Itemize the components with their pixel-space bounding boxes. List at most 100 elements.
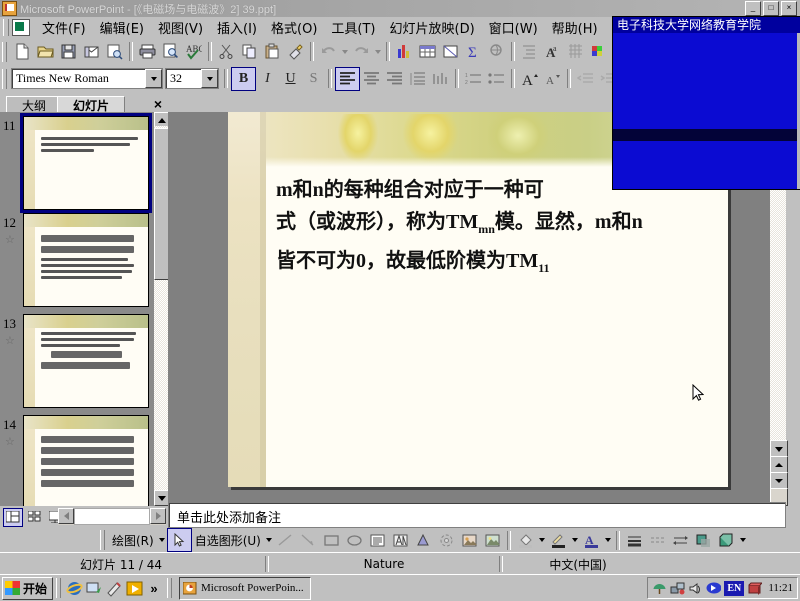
powerpoint-icon[interactable] [2, 1, 17, 16]
spelling-check-icon[interactable]: ABC [182, 41, 205, 63]
thumbnail-horizontal-scrollbar[interactable] [58, 508, 166, 525]
shadow-style-icon[interactable] [692, 529, 715, 551]
grid-icon[interactable] [564, 41, 587, 63]
font-color-icon[interactable]: A [580, 529, 603, 551]
line-icon[interactable] [274, 529, 297, 551]
menu-insert[interactable]: 插入(I) [210, 16, 264, 39]
font-size-dropdown-arrow[interactable] [201, 69, 218, 88]
insert-image-icon[interactable] [481, 529, 504, 551]
sum-sigma-icon[interactable]: Σ [462, 41, 485, 63]
quick-launch-grip[interactable] [56, 578, 62, 598]
document-icon[interactable] [12, 19, 30, 36]
video-content[interactable] [613, 33, 800, 189]
language-indicator[interactable]: 中文(中国) [503, 556, 653, 573]
slide-body-text[interactable]: m和n的每种组合对应于一种可 式（或波形），称为TMmn模。显然，m和n 皆不可… [276, 174, 716, 284]
minimize-button[interactable]: _ [745, 1, 761, 16]
insert-textbox-icon[interactable] [439, 41, 462, 63]
menu-view[interactable]: 视图(V) [151, 16, 210, 39]
oval-icon[interactable] [343, 529, 366, 551]
show-desktop-icon[interactable] [85, 579, 103, 597]
redo-icon[interactable] [350, 41, 373, 63]
media-player-icon[interactable] [105, 579, 123, 597]
antivirus-icon[interactable] [652, 581, 667, 596]
video-overlay-window[interactable]: 电子科技大学网络教育学院 [612, 16, 800, 190]
textbox-icon[interactable] [366, 529, 389, 551]
menu-tools[interactable]: 工具(T) [324, 16, 382, 39]
color-scheme-icon[interactable] [587, 41, 610, 63]
align-right-icon[interactable] [383, 68, 406, 90]
copy-icon[interactable] [238, 41, 261, 63]
font-size-combo[interactable]: 32 [165, 68, 219, 89]
font-name-dropdown-arrow[interactable] [145, 69, 162, 88]
menu-format[interactable]: 格式(O) [264, 16, 324, 39]
underline-button[interactable]: U [279, 68, 302, 90]
ime-icon[interactable] [706, 581, 722, 596]
close-pane-icon[interactable]: × [154, 96, 162, 112]
arrow-icon[interactable] [297, 529, 320, 551]
promote-icon[interactable] [574, 68, 597, 90]
undo-dropdown-arrow[interactable] [340, 42, 350, 62]
normal-view-button[interactable] [3, 507, 23, 527]
numbered-list-icon[interactable]: 12 [462, 68, 485, 90]
italic-button[interactable]: I [256, 68, 279, 90]
decrease-font-icon[interactable]: A [541, 68, 564, 90]
clipart-icon[interactable] [435, 529, 458, 551]
rectangle-icon[interactable] [320, 529, 343, 551]
align-center-icon[interactable] [360, 68, 383, 90]
formatting-toolbar-grip[interactable] [2, 68, 7, 89]
search-file-icon[interactable] [103, 41, 126, 63]
menu-file[interactable]: 文件(F) [35, 16, 93, 39]
insert-chart-icon[interactable] [393, 41, 416, 63]
slide-thumbnail-13[interactable] [23, 314, 149, 408]
volume-icon[interactable] [688, 581, 703, 596]
bulleted-list-icon[interactable] [485, 68, 508, 90]
fill-color-dropdown-arrow[interactable] [537, 530, 547, 550]
format-painter-icon[interactable] [284, 41, 307, 63]
close-button[interactable]: × [781, 1, 797, 16]
3d-style-icon[interactable] [715, 529, 738, 551]
bold-button[interactable]: B [231, 66, 256, 91]
insert-table-icon[interactable] [416, 41, 439, 63]
list-item[interactable]: 13 ☆ [0, 310, 154, 411]
text-direction-icon[interactable] [429, 68, 452, 90]
expand-all-icon[interactable] [518, 41, 541, 63]
diagram-icon[interactable] [412, 529, 435, 551]
line-style-icon[interactable] [623, 529, 646, 551]
autoshapes-menu-button[interactable]: 自选图形(U) [192, 532, 264, 549]
3d-dropdown-arrow[interactable] [738, 530, 748, 550]
redo-dropdown-arrow[interactable] [373, 42, 383, 62]
drawing-toolbar-grip[interactable] [100, 530, 105, 550]
undo-icon[interactable] [317, 41, 340, 63]
list-item[interactable]: 12 ☆ [0, 209, 154, 310]
print-icon[interactable] [136, 41, 159, 63]
text-shadow-button[interactable]: S [302, 68, 325, 90]
slide-thumbnail-14[interactable] [23, 415, 149, 506]
notes-pane[interactable]: 单击此处添加备注 [168, 502, 786, 528]
more-chevron-icon[interactable]: » [145, 579, 163, 597]
insert-hyperlink-icon[interactable] [485, 41, 508, 63]
dash-style-icon[interactable] [646, 529, 669, 551]
scroll-left-button[interactable] [58, 508, 74, 524]
start-button[interactable]: 开始 [2, 576, 54, 600]
thumbnail-scrollbar[interactable] [154, 112, 170, 506]
arrow-style-icon[interactable] [669, 529, 692, 551]
draw-dropdown-arrow[interactable] [157, 530, 167, 550]
line-spacing-icon[interactable] [406, 68, 429, 90]
new-file-icon[interactable] [11, 41, 34, 63]
slide-thumbnail-12[interactable] [23, 213, 149, 307]
list-item[interactable]: 11 [0, 112, 154, 213]
draw-menu-button[interactable]: 绘图(R) [109, 532, 157, 549]
menu-window[interactable]: 窗口(W) [482, 16, 545, 39]
play-icon[interactable] [125, 579, 143, 597]
font-name-combo[interactable]: Times New Roman [11, 68, 163, 89]
align-left-icon[interactable] [335, 66, 360, 91]
menu-drag-grip[interactable] [3, 19, 9, 36]
cut-scissors-icon[interactable] [215, 41, 238, 63]
slide-thumbnail-11[interactable] [20, 113, 152, 213]
font-color-dropdown-arrow[interactable] [603, 530, 613, 550]
insert-picture-icon[interactable] [458, 529, 481, 551]
maximize-button[interactable]: □ [763, 1, 779, 16]
internet-explorer-icon[interactable] [65, 579, 83, 597]
standard-toolbar-grip[interactable] [2, 41, 7, 62]
network-icon[interactable] [670, 581, 685, 596]
